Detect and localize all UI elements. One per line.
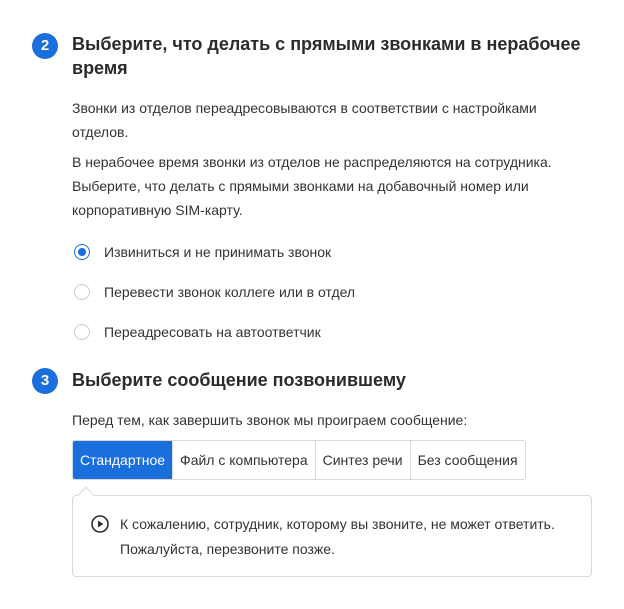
step-2-badge: 2 (32, 33, 58, 59)
option-apologize[interactable]: Извиниться и не принимать звонок (74, 240, 331, 264)
play-circle-icon[interactable] (91, 515, 109, 533)
tab-file-from-computer[interactable]: Файл с компьютера (172, 441, 315, 479)
option-transfer[interactable]: Перевести звонок коллеге или в отдел (74, 280, 355, 304)
tab-no-message[interactable]: Без сообщения (409, 441, 525, 479)
option-transfer-label: Перевести звонок коллеге или в отдел (104, 284, 356, 300)
step-2-title: Выберите, что делать с прямыми звонками … (72, 34, 581, 78)
step-3-title: Выберите сообщение позвонившему (72, 370, 406, 390)
option-voicemail-label: Переадресовать на автоответчик (104, 324, 321, 340)
radio-button[interactable] (74, 284, 90, 300)
standard-message-text: К сожалению, сотрудник, которому вы звон… (120, 516, 555, 557)
step-3-badge: 3 (32, 368, 58, 394)
option-voicemail[interactable]: Переадресовать на автоответчик (74, 320, 321, 344)
step-3-intro: Перед тем, как завершить звонок мы проиг… (72, 412, 468, 428)
tab-standard[interactable]: Стандартное (73, 441, 173, 479)
step-2-description-direct-calls: В нерабочее время звонки из отделов не р… (72, 154, 552, 218)
message-type-tabs: Стандартное Файл с компьютера Синтез реч… (72, 440, 526, 480)
radio-button[interactable] (74, 324, 90, 340)
option-apologize-label: Извиниться и не принимать звонок (104, 244, 332, 260)
step-2-description-departments: Звонки из отделов переадресовываются в с… (72, 100, 537, 140)
tab-speech-synthesis[interactable]: Синтез речи (314, 441, 410, 479)
radio-button-checked[interactable] (74, 244, 90, 260)
